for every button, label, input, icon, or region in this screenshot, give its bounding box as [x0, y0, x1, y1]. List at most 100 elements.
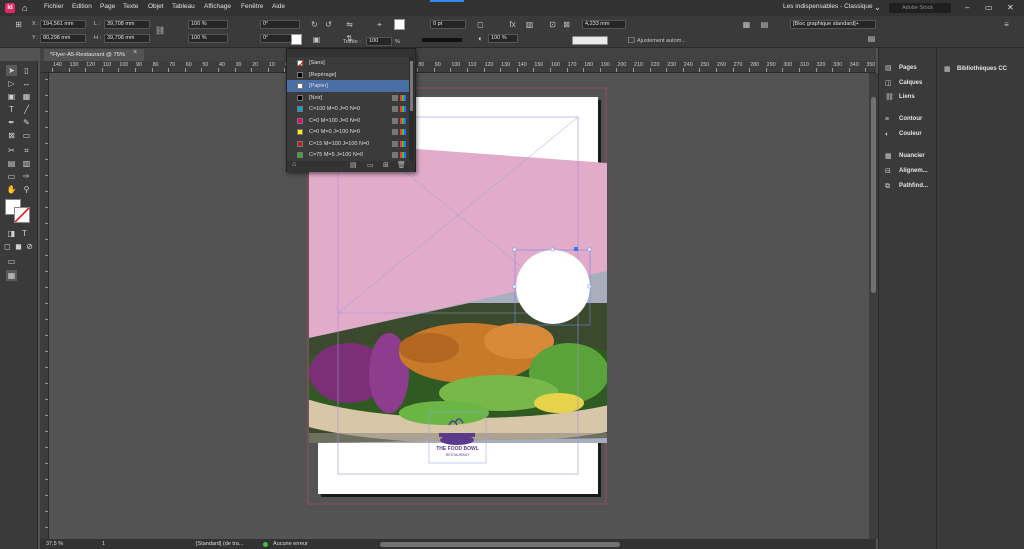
hand-tool-icon[interactable]: ✋: [6, 184, 17, 195]
page-tool-icon[interactable]: ▯: [21, 65, 32, 76]
horizontal-scrollbar[interactable]: [380, 542, 620, 547]
minimize-icon[interactable]: –: [965, 3, 969, 12]
teinte-field[interactable]: 100: [366, 37, 392, 46]
rotation-field[interactable]: 0°: [260, 20, 300, 29]
style-icon[interactable]: ▤: [867, 34, 876, 43]
scale-x-field[interactable]: 100 %: [188, 20, 228, 29]
panel-label[interactable]: Pages: [899, 65, 917, 71]
swatch-row[interactable]: C=100 M=0 J=0 N=0: [287, 103, 409, 115]
selection-tool-icon[interactable]: ➤: [6, 65, 17, 76]
pencil-tool-icon[interactable]: ✎: [21, 117, 32, 128]
panel-label[interactable]: Contour: [899, 116, 922, 122]
rotate-cw-icon[interactable]: ↻: [310, 20, 319, 29]
delete-swatch-icon[interactable]: 🗑: [397, 161, 406, 169]
width-field[interactable]: 39,708 mm: [104, 20, 150, 29]
stroke-color-swatch[interactable]: [14, 207, 30, 223]
workspace-switcher[interactable]: Les indispensables - Classique: [783, 3, 873, 10]
apply-none-icon[interactable]: ⊘: [24, 241, 35, 252]
stroke-swatch[interactable]: [291, 34, 302, 45]
wrap-bbox-icon[interactable]: ⊠: [562, 20, 571, 29]
panel-label[interactable]: Nuancier: [899, 153, 925, 159]
stroke-weight-field[interactable]: 0 pt: [430, 20, 466, 29]
effects-icon[interactable]: fx: [508, 20, 517, 29]
menu-texte[interactable]: Texte: [123, 3, 139, 10]
apply-text-icon[interactable]: T: [19, 228, 30, 239]
menu-objet[interactable]: Objet: [148, 3, 164, 10]
swatch-row[interactable]: C=0 M=0 J=100 N=0: [287, 126, 409, 138]
workspace-chevron-icon[interactable]: ⌄: [874, 3, 881, 12]
line-tool-icon[interactable]: ╱: [21, 104, 32, 115]
height-field[interactable]: 39,708 mm: [104, 34, 150, 43]
page-field[interactable]: 1: [102, 539, 105, 549]
swatch-options-icon[interactable]: ⌂: [292, 161, 296, 168]
scissors-tool-icon[interactable]: ✂: [6, 145, 17, 156]
drop-shadow-icon[interactable]: ▥: [525, 20, 534, 29]
panel-label[interactable]: Calques: [899, 80, 922, 86]
maximize-icon[interactable]: ▭: [985, 3, 993, 12]
new-folder-icon[interactable]: ▭: [367, 161, 374, 169]
apply-container-icon[interactable]: ◨: [6, 228, 17, 239]
panel-label[interactable]: Pathfind...: [899, 183, 928, 189]
panel-label[interactable]: Couleur: [899, 131, 922, 137]
stroke-type-preview[interactable]: [422, 38, 462, 42]
stroke-width-field[interactable]: 4,233 mm: [582, 20, 626, 29]
swatch-row[interactable]: C=0 M=100 J=0 N=0: [287, 115, 409, 127]
free-transform-tool-icon[interactable]: ⌗: [21, 145, 32, 156]
frame-grid-icon[interactable]: ▦: [21, 91, 32, 102]
swatch-row[interactable]: [Repérage]: [287, 69, 409, 81]
swatch-row[interactable]: C=75 M=5 J=100 N=0: [287, 149, 409, 161]
pen-tool-icon[interactable]: ✒: [6, 117, 17, 128]
menu-tableau[interactable]: Tableau: [172, 3, 195, 10]
rectangle-tool-icon[interactable]: ▭: [21, 130, 32, 141]
swatch-view-icon[interactable]: ▤: [350, 161, 357, 169]
y-field[interactable]: 80,298 mm: [40, 34, 86, 43]
swatch-row[interactable]: C=15 M=100 J=100 N=0: [287, 138, 409, 150]
swatches-scrollbar[interactable]: [409, 57, 414, 161]
document-tab[interactable]: *Flyer-A5-Restaurant @ 75%: [44, 49, 144, 61]
swatch-row[interactable]: [Papier]: [287, 80, 409, 92]
menu-aide[interactable]: Aide: [272, 3, 285, 10]
stroke-menu-icon[interactable]: ▣: [312, 35, 321, 44]
stock-search-input[interactable]: Adobe Stock: [889, 3, 951, 13]
gradient-feather-tool-icon[interactable]: ▥: [21, 158, 32, 169]
flip-horizontal-icon[interactable]: ⇋: [345, 20, 354, 29]
panel-menu-icon[interactable]: ≡: [1002, 20, 1011, 29]
frame-fit-box[interactable]: [572, 36, 608, 45]
constrain-proportions-icon[interactable]: ⛓: [155, 26, 165, 35]
gap-tool-icon[interactable]: ↔: [21, 78, 32, 89]
corner-shape-icon[interactable]: ◻: [476, 20, 485, 29]
x-field[interactable]: 194,561 mm: [40, 20, 86, 29]
type-tool-icon[interactable]: T: [6, 104, 17, 115]
apply-gradient-icon[interactable]: ◼: [13, 241, 24, 252]
zoom-field[interactable]: 37,5 %: [46, 539, 63, 549]
errors-field[interactable]: Aucune erreur: [273, 539, 308, 549]
apply-color-icon[interactable]: ◻: [2, 241, 13, 252]
rectangle-frame-tool-icon[interactable]: ⊠: [6, 130, 17, 141]
view-mode-icon[interactable]: ▭: [6, 256, 17, 267]
home-icon[interactable]: ⌂: [22, 3, 32, 13]
grid-icon[interactable]: ▦: [742, 20, 751, 29]
close-icon[interactable]: ✕: [1007, 3, 1014, 12]
panel-label[interactable]: Alignem...: [899, 168, 928, 174]
autofit-checkbox[interactable]: ☐: [627, 36, 636, 45]
document-icon[interactable]: ▤: [760, 20, 769, 29]
scale-y-field[interactable]: 100 %: [188, 34, 228, 43]
panel-label[interactable]: Liens: [899, 94, 915, 100]
menu-fichier[interactable]: Fichier: [44, 3, 64, 10]
direct-selection-tool-icon[interactable]: ▷: [6, 78, 17, 89]
cc-libraries-label[interactable]: Bibliothèques CC: [957, 66, 1007, 72]
close-tab-icon[interactable]: ×: [133, 49, 137, 56]
wrap-icon[interactable]: ⊡: [548, 20, 557, 29]
menu-affichage[interactable]: Affichage: [204, 3, 231, 10]
note-tool-icon[interactable]: ▭: [6, 171, 17, 182]
eyedropper-tool-icon[interactable]: ✑: [21, 171, 32, 182]
select-container-icon[interactable]: ⌖: [375, 20, 384, 29]
reference-point-icon[interactable]: ⊞: [14, 20, 23, 29]
zoom-tool-icon[interactable]: ⚲: [21, 184, 32, 195]
preset-field[interactable]: [Standard] (de tra...: [196, 539, 243, 549]
menu-edition[interactable]: Edition: [72, 3, 92, 10]
swatch-row[interactable]: [Sans]: [287, 57, 409, 69]
vertical-scrollbar[interactable]: [869, 73, 878, 539]
rotate-ccw-icon[interactable]: ↺: [324, 20, 333, 29]
content-collector-icon[interactable]: ▣: [6, 91, 17, 102]
